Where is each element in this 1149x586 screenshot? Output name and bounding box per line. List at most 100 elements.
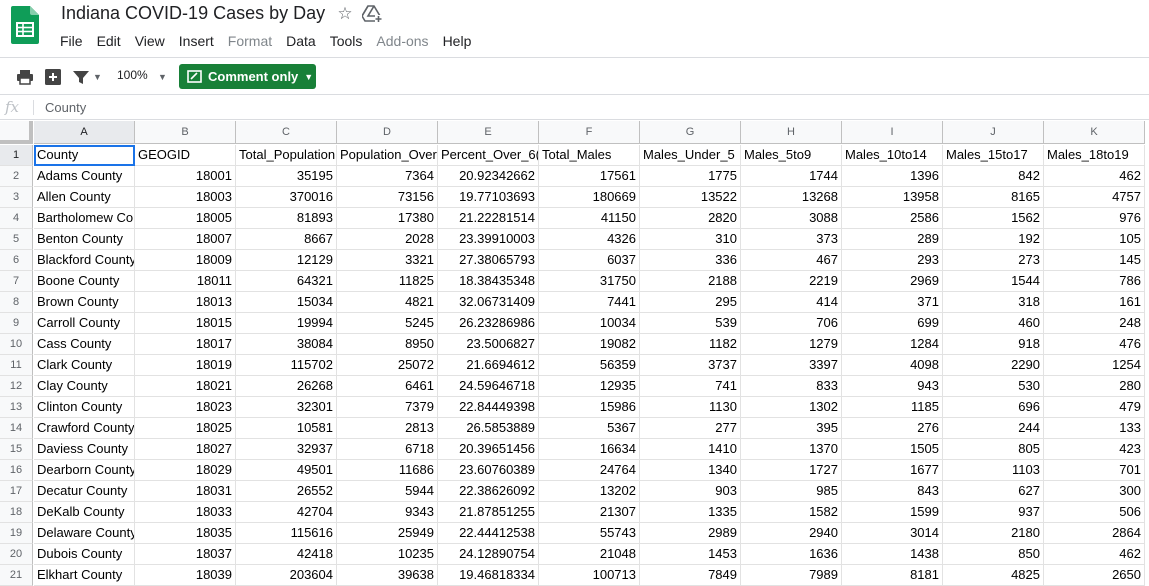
cell-c10[interactable]: 38084 <box>236 334 337 355</box>
cell-j14[interactable]: 244 <box>943 418 1044 439</box>
cell-i18[interactable]: 1599 <box>842 502 943 523</box>
cell-k19[interactable]: 2864 <box>1044 523 1145 544</box>
cell-b2[interactable]: 18001 <box>135 166 236 187</box>
cell-h4[interactable]: 3088 <box>741 208 842 229</box>
cell-d4[interactable]: 17380 <box>337 208 438 229</box>
sheets-logo-icon[interactable] <box>11 6 39 44</box>
column-header-b[interactable]: B <box>135 121 236 144</box>
menu-add-ons[interactable]: Add-ons <box>376 32 435 50</box>
row-header-16[interactable]: 16 <box>0 460 33 481</box>
cell-b10[interactable]: 18017 <box>135 334 236 355</box>
cell-i6[interactable]: 293 <box>842 250 943 271</box>
cell-d1[interactable]: Population_Over <box>337 145 438 166</box>
cell-a10[interactable]: Cass County <box>34 334 135 355</box>
cell-f21[interactable]: 100713 <box>539 565 640 586</box>
cell-j13[interactable]: 696 <box>943 397 1044 418</box>
cell-c2[interactable]: 35195 <box>236 166 337 187</box>
cell-d6[interactable]: 3321 <box>337 250 438 271</box>
cell-d10[interactable]: 8950 <box>337 334 438 355</box>
column-header-d[interactable]: D <box>337 121 438 144</box>
cell-e6[interactable]: 27.38065793 <box>438 250 539 271</box>
cell-b17[interactable]: 18031 <box>135 481 236 502</box>
cell-i8[interactable]: 371 <box>842 292 943 313</box>
cell-e11[interactable]: 21.6694612 <box>438 355 539 376</box>
row-header-20[interactable]: 20 <box>0 544 33 565</box>
row-header-2[interactable]: 2 <box>0 166 33 187</box>
cell-a14[interactable]: Crawford County <box>34 418 135 439</box>
cell-a13[interactable]: Clinton County <box>34 397 135 418</box>
cell-j21[interactable]: 4825 <box>943 565 1044 586</box>
cell-h2[interactable]: 1744 <box>741 166 842 187</box>
cell-e15[interactable]: 20.39651456 <box>438 439 539 460</box>
cell-c13[interactable]: 32301 <box>236 397 337 418</box>
cell-h8[interactable]: 414 <box>741 292 842 313</box>
cell-j12[interactable]: 530 <box>943 376 1044 397</box>
cell-f17[interactable]: 13202 <box>539 481 640 502</box>
cell-d8[interactable]: 4821 <box>337 292 438 313</box>
column-header-f[interactable]: F <box>539 121 640 144</box>
cell-g14[interactable]: 277 <box>640 418 741 439</box>
cell-j18[interactable]: 937 <box>943 502 1044 523</box>
cell-e14[interactable]: 26.5853889 <box>438 418 539 439</box>
cell-c6[interactable]: 12129 <box>236 250 337 271</box>
cell-e17[interactable]: 22.38626092 <box>438 481 539 502</box>
cell-c8[interactable]: 15034 <box>236 292 337 313</box>
column-header-a[interactable]: A <box>34 121 135 144</box>
cell-e13[interactable]: 22.84449398 <box>438 397 539 418</box>
cell-h19[interactable]: 2940 <box>741 523 842 544</box>
cell-i17[interactable]: 843 <box>842 481 943 502</box>
cell-f18[interactable]: 21307 <box>539 502 640 523</box>
cell-g13[interactable]: 1130 <box>640 397 741 418</box>
cell-k6[interactable]: 145 <box>1044 250 1145 271</box>
column-header-i[interactable]: I <box>842 121 943 144</box>
cell-d2[interactable]: 7364 <box>337 166 438 187</box>
row-header-13[interactable]: 13 <box>0 397 33 418</box>
cell-g15[interactable]: 1410 <box>640 439 741 460</box>
cell-i15[interactable]: 1505 <box>842 439 943 460</box>
cell-a18[interactable]: DeKalb County <box>34 502 135 523</box>
cell-d20[interactable]: 10235 <box>337 544 438 565</box>
row-header-12[interactable]: 12 <box>0 376 33 397</box>
cell-e8[interactable]: 32.06731409 <box>438 292 539 313</box>
column-header-h[interactable]: H <box>741 121 842 144</box>
row-header-19[interactable]: 19 <box>0 523 33 544</box>
cell-i16[interactable]: 1677 <box>842 460 943 481</box>
row-header-17[interactable]: 17 <box>0 481 33 502</box>
cell-b9[interactable]: 18015 <box>135 313 236 334</box>
cell-h17[interactable]: 985 <box>741 481 842 502</box>
cell-g17[interactable]: 903 <box>640 481 741 502</box>
cell-g9[interactable]: 539 <box>640 313 741 334</box>
cell-a5[interactable]: Benton County <box>34 229 135 250</box>
cell-b19[interactable]: 18035 <box>135 523 236 544</box>
menu-insert[interactable]: Insert <box>179 32 221 50</box>
cell-c21[interactable]: 203604 <box>236 565 337 586</box>
cell-j3[interactable]: 8165 <box>943 187 1044 208</box>
cell-e20[interactable]: 24.12890754 <box>438 544 539 565</box>
cell-k8[interactable]: 161 <box>1044 292 1145 313</box>
cell-i4[interactable]: 2586 <box>842 208 943 229</box>
cell-e4[interactable]: 21.22281514 <box>438 208 539 229</box>
menu-edit[interactable]: Edit <box>97 32 128 50</box>
column-header-c[interactable]: C <box>236 121 337 144</box>
move-to-drive-icon[interactable] <box>362 5 382 23</box>
insert-comment-icon[interactable] <box>43 67 63 87</box>
cell-c11[interactable]: 115702 <box>236 355 337 376</box>
cell-d12[interactable]: 6461 <box>337 376 438 397</box>
cell-d5[interactable]: 2028 <box>337 229 438 250</box>
cell-h1[interactable]: Males_5to9 <box>741 145 842 166</box>
cell-c12[interactable]: 26268 <box>236 376 337 397</box>
row-header-18[interactable]: 18 <box>0 502 33 523</box>
cell-f19[interactable]: 55743 <box>539 523 640 544</box>
cell-d3[interactable]: 73156 <box>337 187 438 208</box>
menu-view[interactable]: View <box>135 32 172 50</box>
cell-k21[interactable]: 2650 <box>1044 565 1145 586</box>
cell-d14[interactable]: 2813 <box>337 418 438 439</box>
column-header-k[interactable]: K <box>1044 121 1145 144</box>
row-header-21[interactable]: 21 <box>0 565 33 586</box>
cell-j17[interactable]: 627 <box>943 481 1044 502</box>
cell-c14[interactable]: 10581 <box>236 418 337 439</box>
cell-f3[interactable]: 180669 <box>539 187 640 208</box>
document-title[interactable]: Indiana COVID-19 Cases by Day <box>61 3 325 24</box>
cell-h10[interactable]: 1279 <box>741 334 842 355</box>
cell-c4[interactable]: 81893 <box>236 208 337 229</box>
